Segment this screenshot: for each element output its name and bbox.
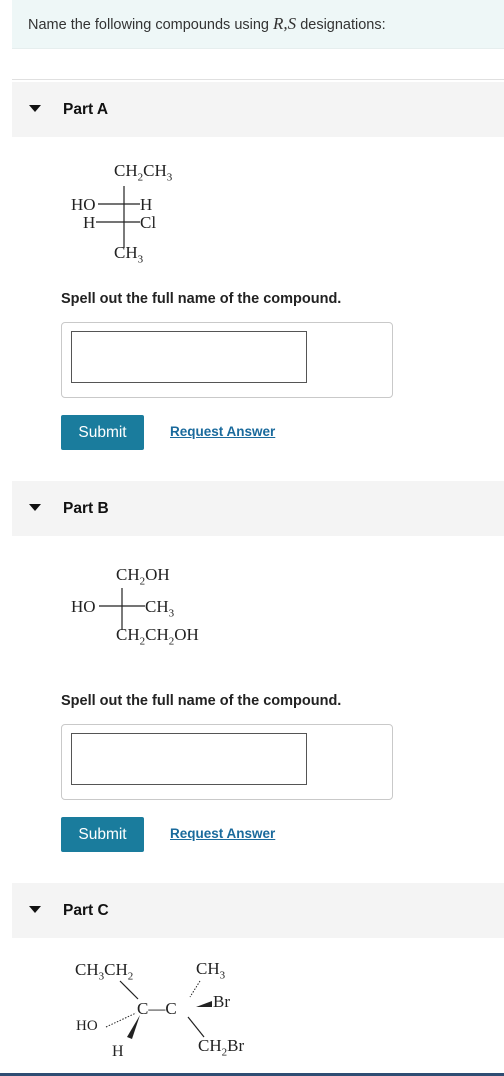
answer-input[interactable]: [71, 331, 307, 383]
submit-button[interactable]: Submit: [61, 817, 144, 852]
request-answer-link[interactable]: Request Answer: [170, 826, 275, 841]
fischer-lines: [96, 186, 140, 248]
wedge-bonds: [105, 980, 212, 1039]
part-a-header[interactable]: Part A: [12, 82, 504, 137]
instructions-banner: Name the following compounds using R,S d…: [12, 0, 504, 49]
submit-button[interactable]: Submit: [61, 415, 144, 450]
part-title: Part A: [63, 101, 109, 118]
instructions-text: Name the following compounds using R,S d…: [28, 14, 386, 33]
request-answer-link[interactable]: Request Answer: [170, 424, 275, 439]
answer-box: [61, 724, 393, 800]
answer-input[interactable]: [71, 733, 307, 785]
part-b-fischer-structure: CH2OH HO CH3 CH2CH2OH: [66, 560, 266, 660]
instruction-text: Spell out the full name of the compound.: [61, 291, 342, 307]
answer-box: [61, 322, 393, 398]
part-a-fischer-structure: CH2CH3 HO H H Cl CH3: [60, 158, 220, 268]
part-b-header[interactable]: Part B: [12, 481, 504, 536]
part-c-header[interactable]: Part C: [12, 883, 504, 938]
instruction-text: Spell out the full name of the compound.: [61, 693, 342, 709]
caret-down-icon[interactable]: [29, 504, 41, 511]
caret-down-icon[interactable]: [29, 105, 41, 112]
part-title: Part B: [63, 500, 109, 517]
part-c-wedge-structure: CH3CH2 CH3 C—C Br HO H CH2Br: [70, 955, 280, 1065]
divider: [12, 79, 504, 80]
part-title: Part C: [63, 902, 109, 919]
fischer-lines: [99, 588, 145, 630]
caret-down-icon[interactable]: [29, 906, 41, 913]
